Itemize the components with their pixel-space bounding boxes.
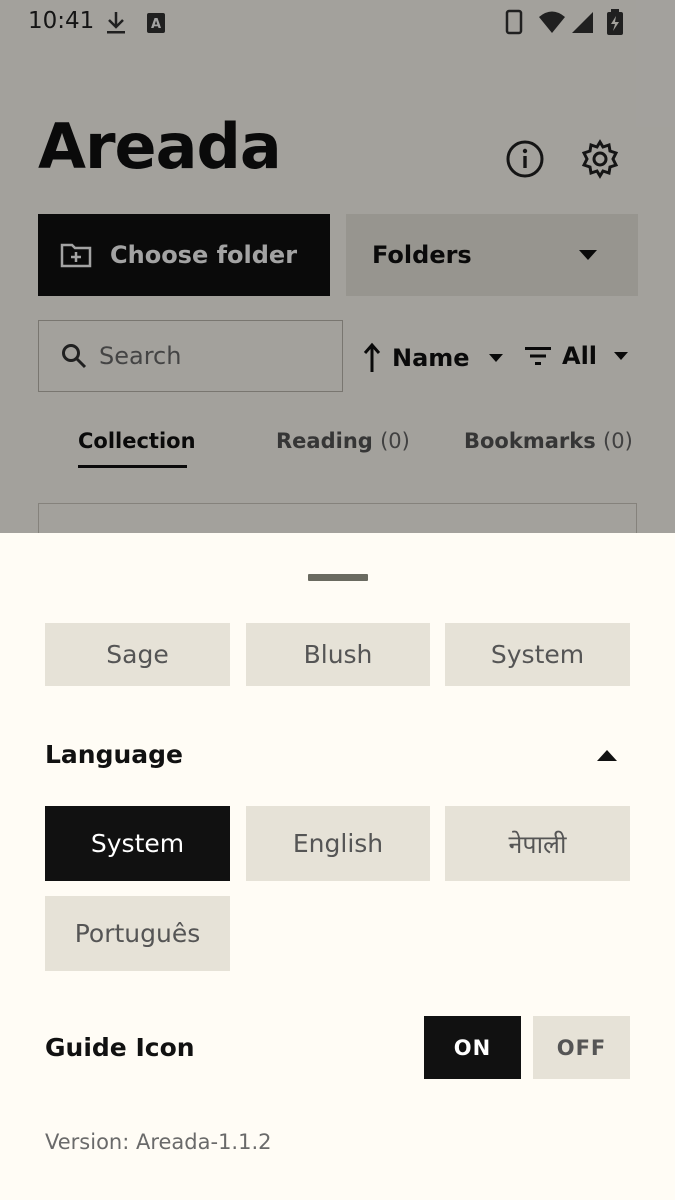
guide-icon-off-button[interactable]: OFF xyxy=(533,1016,630,1079)
collapse-arrow-up-icon[interactable] xyxy=(596,748,618,762)
theme-option-sage[interactable]: Sage xyxy=(45,623,230,686)
language-option-portuguese[interactable]: Português xyxy=(45,896,230,971)
language-option-system[interactable]: System xyxy=(45,806,230,881)
theme-option-blush[interactable]: Blush xyxy=(246,623,430,686)
sheet-drag-handle[interactable] xyxy=(308,574,368,581)
version-text: Version: Areada-1.1.2 xyxy=(45,1130,272,1154)
guide-icon-on-button[interactable]: ON xyxy=(424,1016,521,1079)
language-heading: Language xyxy=(45,740,184,769)
language-option-nepali[interactable]: नेपाली xyxy=(445,806,630,881)
guide-icon-label: Guide Icon xyxy=(45,1033,195,1062)
theme-option-system[interactable]: System xyxy=(445,623,630,686)
settings-bottom-sheet: Sage Blush System Language System Englis… xyxy=(0,533,675,1200)
modal-scrim[interactable] xyxy=(0,0,675,534)
language-option-english[interactable]: English xyxy=(246,806,430,881)
